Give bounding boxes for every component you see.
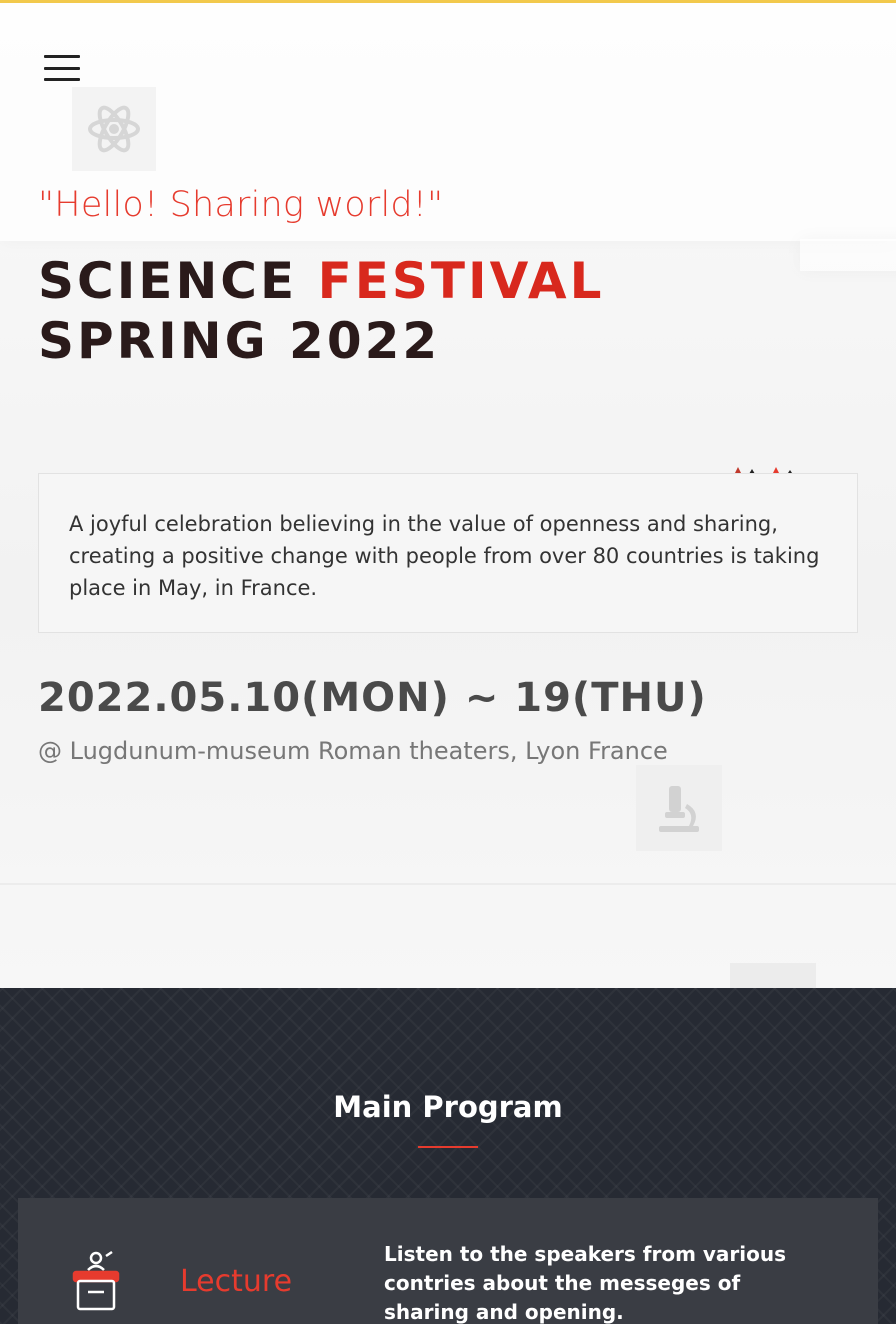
slogan: "Hello! Sharing world!" xyxy=(38,185,444,225)
title-word-festival: FESTIVAL xyxy=(317,252,605,310)
hero-section: "Hello! Sharing world!" SCIENCE FESTIVAL… xyxy=(0,3,896,988)
title-underline xyxy=(418,1146,478,1148)
festival-date: 2022.05.10(MON) ~ 19(THU) xyxy=(38,675,707,721)
festival-title: SCIENCE FESTIVAL SPRING 2022 xyxy=(38,251,604,371)
divider xyxy=(0,883,896,885)
microscope-icon xyxy=(636,765,722,851)
title-word-science: SCIENCE xyxy=(38,252,298,310)
section-title: Main Program xyxy=(333,1090,563,1124)
atom-icon xyxy=(72,87,156,171)
decorative-icon-box xyxy=(730,963,816,988)
lecture-podium-icon xyxy=(70,1250,122,1312)
festival-venue: @ Lugdunum-museum Roman theaters, Lyon F… xyxy=(38,737,668,765)
festival-description: A joyful celebration believing in the va… xyxy=(38,473,858,633)
hamburger-menu-icon[interactable] xyxy=(42,53,82,83)
program-label: Lecture xyxy=(180,1264,293,1299)
title-line-spring-2022: SPRING 2022 xyxy=(38,312,441,370)
decorative-panel xyxy=(800,239,896,271)
program-description: Listen to the speakers from various cont… xyxy=(384,1242,787,1324)
program-card-lecture[interactable]: Lecture Listen to the speakers from vari… xyxy=(18,1198,878,1324)
main-program-section: Main Program Lecture Listen to the speak… xyxy=(0,988,896,1324)
